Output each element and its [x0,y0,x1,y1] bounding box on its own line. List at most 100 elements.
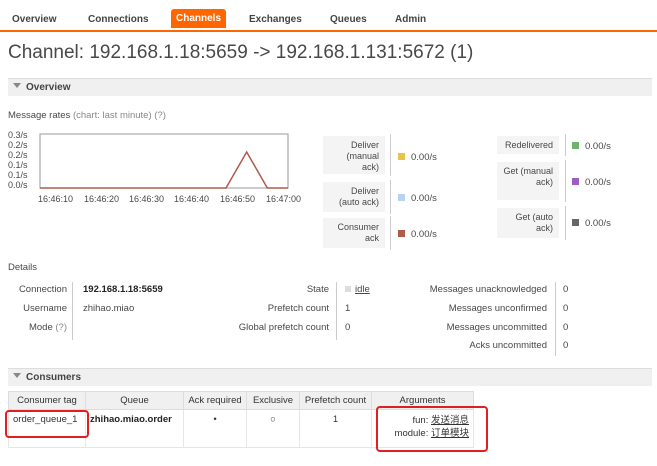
queue-link[interactable]: zhihao.miao.order [90,414,172,425]
series-line [40,150,288,189]
divider [565,134,566,156]
connection-link[interactable]: 192.168.1.18:5659 [83,284,163,295]
state-text: idle [355,284,370,295]
divider [390,180,391,214]
prefetch-label: Prefetch count [267,303,329,314]
x-tick: 16:46:10 [38,194,74,204]
divider [336,282,337,340]
x-tick: 16:46:20 [84,194,120,204]
message-rates-chart: 0.3/s 0.2/s 0.2/s 0.1/s 0.1/s 0.0/s 16:4… [8,130,313,210]
legend-deliver-auto[interactable]: Deliver (auto ack) [323,182,385,212]
legend-swatch [398,229,405,237]
uncommitted-value: 0 [563,322,569,333]
nav-overview[interactable]: Overview [12,14,56,25]
uncommitted-label: Messages uncommitted [446,322,547,333]
unack-label: Messages unacknowledged [429,284,547,295]
legend-swatch [398,193,405,201]
rate-value: 0.00/s [585,177,611,188]
legend-label: Get (manual ack) [503,166,553,187]
nav-exchanges[interactable]: Exchanges [249,14,302,25]
connection-label: Connection [18,284,67,295]
divider [390,216,391,250]
rate-value: 0.00/s [411,152,437,163]
unack-value: 0 [563,284,569,295]
legend-label: Get (auto ack) [515,212,553,233]
legend-label: Deliver (manual ack) [346,140,379,172]
divider [565,206,566,240]
queue-cell[interactable]: zhihao.miao.order [85,409,184,448]
legend-swatch [398,152,405,160]
legend-label: Deliver (auto ack) [338,186,379,207]
legend-redelivered[interactable]: Redelivered [497,136,559,154]
highlight-box-tag [5,410,89,438]
rate-value: 0.00/s [585,141,611,152]
state-label: State [306,284,329,295]
message-rates-line: Message rates (chart: last minute) (?) [8,110,166,121]
username-label: Username [23,303,67,314]
nav-underline [0,30,657,32]
col-prefetch-count: Prefetch count [299,391,372,410]
ack-required-cell: • [183,409,247,448]
nav-channels[interactable]: Channels [171,9,227,28]
legend-swatch [572,141,579,149]
x-tick: 16:46:40 [174,194,210,204]
chart-note: (chart: last minute) [72,110,152,121]
col-ack-required: Ack required [183,391,247,410]
divider [72,282,73,340]
mode-text: Mode [28,322,53,333]
col-queue: Queue [85,391,184,410]
legend-label: Redelivered [504,140,553,150]
rate-value: 0.00/s [411,229,437,240]
legend-consumer-ack[interactable]: Consumer ack [323,218,385,248]
rate-value: 0.00/s [411,193,437,204]
x-tick: 16:46:30 [129,194,165,204]
consumers-heading: Consumers [26,372,82,383]
divider [390,134,391,176]
x-tick: 16:46:50 [220,194,256,204]
nav-connections[interactable]: Connections [88,14,149,25]
legend-get-manual[interactable]: Get (manual ack) [497,162,559,200]
global-prefetch-label: Global prefetch count [238,322,329,333]
legend-deliver-manual[interactable]: Deliver (manual ack) [323,136,385,174]
message-rates-label: Message rates [8,110,71,121]
message-rates-help[interactable]: (?) [154,110,166,121]
legend-label: Consumer ack [337,222,379,243]
collapse-arrow-icon [13,83,21,88]
legend-swatch [572,177,579,185]
exclusive-icon: ○ [270,414,276,425]
nav-admin[interactable]: Admin [395,14,426,25]
col-exclusive: Exclusive [246,391,300,410]
details-label: Details [8,262,38,273]
collapse-arrow-icon [13,373,21,378]
nav-queues[interactable]: Queues [330,14,367,25]
col-consumer-tag: Consumer tag [8,391,86,410]
rate-get-manual: 0.00/s [572,177,611,188]
chart-plot [39,133,289,189]
legend-get-auto[interactable]: Get (auto ack) [497,208,559,238]
rate-consumer-ack: 0.00/s [398,229,437,240]
state-indicator [345,286,351,293]
exclusive-cell: ○ [246,409,300,448]
global-prefetch-value: 0 [345,322,351,333]
acks-uncommitted-label: Acks uncommitted [469,340,547,351]
rate-value: 0.00/s [585,218,611,229]
overview-heading: Overview [26,82,71,93]
mode-label: Mode (?) [29,322,67,333]
acks-uncommitted-value: 0 [563,340,569,351]
unconfirmed-value: 0 [563,303,569,314]
overview-section-toggle[interactable]: Overview [8,78,652,96]
prefetch-cell: 1 [299,409,372,448]
rate-deliver-manual: 0.00/s [398,152,437,163]
prefetch-value: 1 [345,303,351,314]
unconfirmed-label: Messages unconfirmed [448,303,547,314]
top-nav: Overview Connections Channels Exchanges … [0,0,657,34]
divider [555,282,556,356]
ack-required-icon: • [213,414,217,425]
page-title: Channel: 192.168.1.18:5659 -> 192.168.1.… [8,42,474,63]
username-value: zhihao.miao [83,303,135,314]
divider [565,160,566,202]
rate-deliver-auto: 0.00/s [398,193,437,204]
legend-swatch [572,218,579,226]
mode-help[interactable]: (?) [55,322,67,333]
consumers-section-toggle[interactable]: Consumers [8,368,652,386]
